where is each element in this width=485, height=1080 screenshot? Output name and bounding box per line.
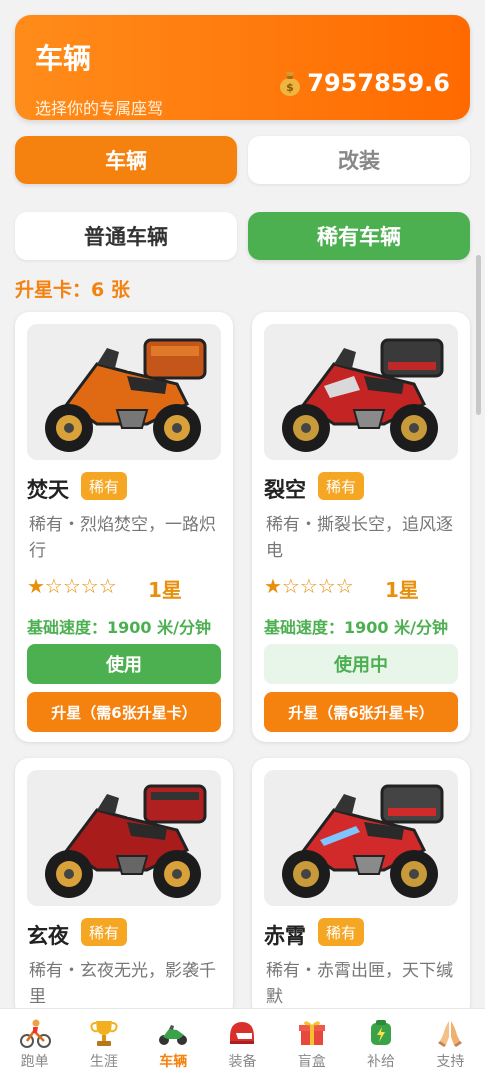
battery-pack-icon bbox=[371, 1020, 392, 1045]
vehicle-name: 玄夜 bbox=[27, 924, 69, 948]
motorcycle-illustration bbox=[282, 338, 444, 452]
coin-balance: $ 7957859.6 bbox=[279, 69, 450, 97]
nav-label: 车辆 bbox=[159, 1054, 188, 1070]
nav-item-run[interactable]: 跑单 bbox=[0, 1009, 69, 1080]
motorcycle-illustration bbox=[45, 784, 207, 898]
star-level: 1星 bbox=[385, 578, 419, 602]
rarity-badge: 稀有 bbox=[318, 918, 365, 946]
vehicle-image bbox=[264, 770, 458, 906]
star-rating: ★☆☆☆☆ bbox=[264, 574, 354, 598]
runner-bike-icon bbox=[19, 1019, 51, 1048]
motorcycle-illustration bbox=[282, 784, 444, 898]
nav-item-support[interactable]: 支持 bbox=[416, 1009, 485, 1080]
rarity-badge: 稀有 bbox=[318, 472, 365, 500]
nav-item-supply[interactable]: 补给 bbox=[346, 1009, 415, 1080]
vehicle-description: 稀有・烈焰焚空，一路炽行 bbox=[29, 515, 216, 561]
rarity-badge: 稀有 bbox=[81, 918, 128, 946]
helmet-icon bbox=[230, 1022, 255, 1044]
nav-label: 生涯 bbox=[89, 1054, 118, 1070]
vehicle-description: 稀有・玄夜无光，影袭千里 bbox=[29, 961, 216, 1007]
money-bag-icon: $ bbox=[280, 72, 301, 96]
page-subtitle: 选择你的专属座驾 bbox=[35, 99, 164, 118]
vehicle-image bbox=[264, 324, 458, 460]
upgrade-star-button[interactable]: 升星（需6张升星卡） bbox=[264, 692, 458, 732]
nav-item-blindbox[interactable]: 盲盒 bbox=[277, 1009, 346, 1080]
vehicle-name: 裂空 bbox=[264, 478, 306, 502]
upgrade-star-button[interactable]: 升星（需6张升星卡） bbox=[27, 692, 221, 732]
nav-item-vehicles[interactable]: 车辆 bbox=[139, 1009, 208, 1080]
header-banner: 车辆 选择你的专属座驾 $ 7957859.6 bbox=[15, 15, 470, 120]
rarity-badge: 稀有 bbox=[81, 472, 128, 500]
vehicle-image bbox=[27, 770, 221, 906]
nav-label: 补给 bbox=[367, 1054, 396, 1070]
motorcycle-icon bbox=[159, 1025, 188, 1045]
vehicle-card: 赤霄 稀有 稀有・赤霄出匣，天下缄默 bbox=[252, 758, 470, 1018]
vehicle-description: 稀有・撕裂长空，追风逐电 bbox=[266, 515, 453, 561]
tab-modify[interactable]: 改装 bbox=[248, 136, 470, 184]
base-speed: 基础速度：1900 米/分钟 bbox=[27, 618, 211, 637]
vehicle-image bbox=[27, 324, 221, 460]
tab-vehicles[interactable]: 车辆 bbox=[15, 136, 237, 184]
star-rating: ★☆☆☆☆ bbox=[27, 574, 117, 598]
svg-text:$: $ bbox=[286, 81, 294, 94]
nav-label: 跑单 bbox=[20, 1054, 49, 1070]
bottom-nav: 跑单 生涯 车辆 装备 盲盒 补给 支持 bbox=[0, 1008, 485, 1080]
nav-item-career[interactable]: 生涯 bbox=[69, 1009, 138, 1080]
gift-box-icon bbox=[298, 1021, 325, 1045]
in-use-button[interactable]: 使用中 bbox=[264, 644, 458, 684]
coin-amount: 7957859.6 bbox=[307, 69, 450, 97]
vehicle-card: 裂空 稀有 稀有・撕裂长空，追风逐电 ★☆☆☆☆ 1星 基础速度：1900 米/… bbox=[252, 312, 470, 742]
motorcycle-illustration bbox=[45, 338, 207, 452]
subtab-normal-vehicles[interactable]: 普通车辆 bbox=[15, 212, 237, 260]
nav-label: 盲盒 bbox=[297, 1054, 326, 1070]
scrollbar[interactable] bbox=[476, 255, 481, 415]
star-level: 1星 bbox=[148, 578, 182, 602]
nav-label: 支持 bbox=[436, 1054, 465, 1070]
trophy-icon bbox=[90, 1021, 118, 1046]
pray-hands-icon bbox=[438, 1021, 463, 1047]
nav-item-equipment[interactable]: 装备 bbox=[208, 1009, 277, 1080]
vehicle-description: 稀有・赤霄出匣，天下缄默 bbox=[266, 961, 453, 1007]
use-button[interactable]: 使用 bbox=[27, 644, 221, 684]
nav-label: 装备 bbox=[228, 1054, 257, 1070]
page-title: 车辆 bbox=[35, 42, 92, 75]
vehicle-name: 赤霄 bbox=[264, 924, 306, 948]
star-card-count: 升星卡：6 张 bbox=[15, 279, 130, 301]
vehicle-card: 焚天 稀有 稀有・烈焰焚空，一路炽行 ★☆☆☆☆ 1星 基础速度：1900 米/… bbox=[15, 312, 233, 742]
base-speed: 基础速度：1900 米/分钟 bbox=[264, 618, 448, 637]
subtab-rare-vehicles[interactable]: 稀有车辆 bbox=[248, 212, 470, 260]
vehicle-card: 玄夜 稀有 稀有・玄夜无光，影袭千里 bbox=[15, 758, 233, 1018]
vehicle-name: 焚天 bbox=[27, 478, 69, 502]
